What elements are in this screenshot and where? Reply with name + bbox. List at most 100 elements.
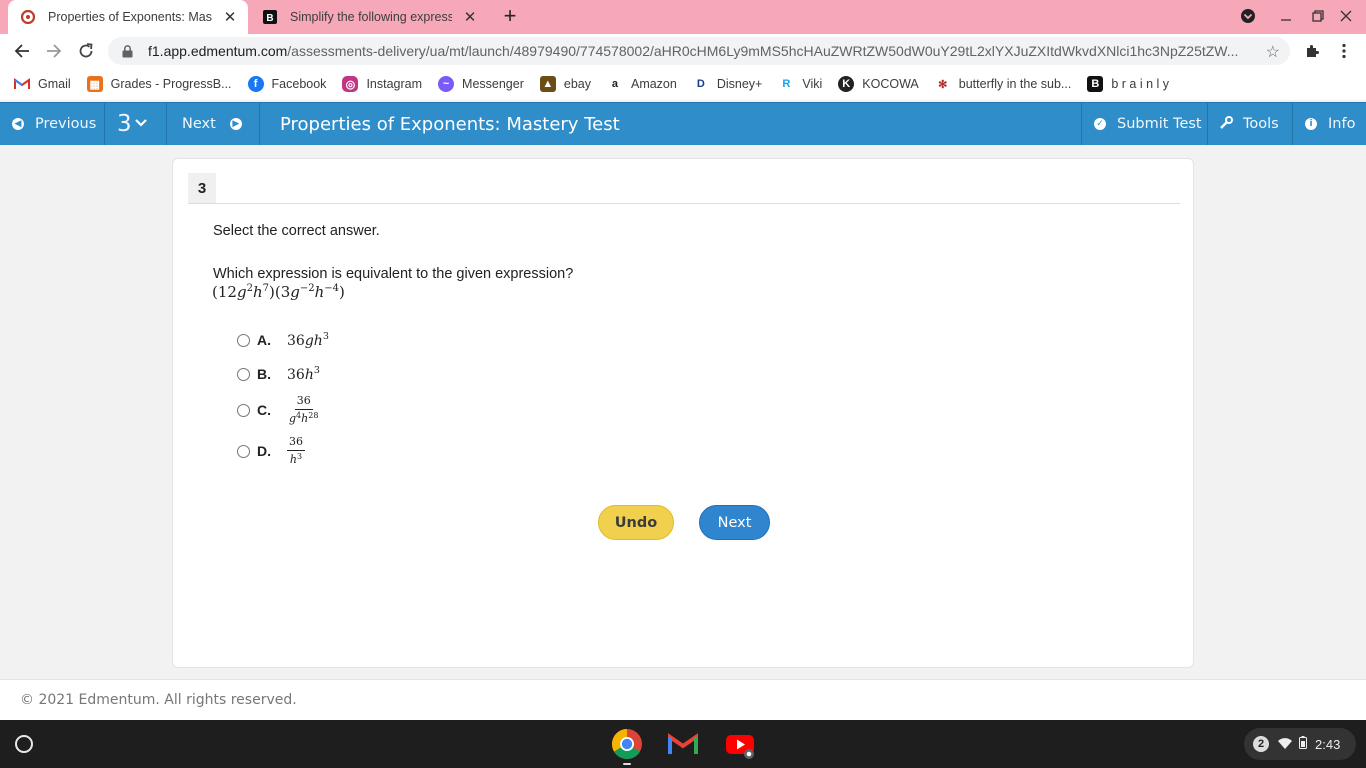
- brainly-icon: B: [1087, 76, 1104, 92]
- back-arrow-icon[interactable]: [10, 39, 34, 63]
- answer-option-b[interactable]: B. 36h3: [237, 363, 320, 385]
- reload-icon[interactable]: [74, 39, 98, 63]
- status-tray[interactable]: 2 2:43: [1244, 728, 1356, 760]
- tools-button[interactable]: Tools: [1220, 103, 1279, 145]
- forward-arrow-icon[interactable]: [42, 39, 66, 63]
- amazon-icon: a: [606, 76, 623, 92]
- question-number: 3: [188, 173, 216, 204]
- option-expression: 36 h3: [287, 434, 305, 466]
- url-text[interactable]: f1.app.edmentum.com/assessments-delivery…: [148, 43, 1248, 59]
- browser-tab-edmentum[interactable]: Properties of Exponents: Mastery Test ✕: [8, 0, 248, 34]
- gmail-icon: [14, 76, 30, 92]
- bookmark-grades[interactable]: ▦ Grades - ProgressB...: [86, 76, 232, 92]
- wifi-icon: [1278, 737, 1292, 752]
- brainly-icon: B: [262, 9, 278, 25]
- page-footer: © 2021 Edmentum. All rights reserved.: [0, 679, 1366, 720]
- previous-button[interactable]: ◀ Previous: [12, 103, 96, 145]
- bookmark-brainly[interactable]: B b r a i n l y: [1087, 76, 1169, 92]
- ebay-icon: ▲: [539, 76, 556, 92]
- instagram-icon: ◎: [342, 76, 359, 92]
- tab-title: Properties of Exponents: Mastery Test: [48, 10, 212, 24]
- answer-option-c[interactable]: C. 36 g4h28: [237, 394, 320, 425]
- instruction-text: Select the correct answer.: [213, 223, 380, 239]
- arrow-left-circle-icon: ◀: [12, 118, 24, 130]
- bookmark-kocowa[interactable]: K KOCOWA: [838, 76, 919, 92]
- bookmark-amazon[interactable]: a Amazon: [606, 76, 677, 92]
- butterfly-icon: ✻: [934, 76, 951, 92]
- youtube-icon[interactable]: [724, 728, 756, 760]
- divider: [1081, 103, 1082, 145]
- close-tab-icon[interactable]: ✕: [220, 7, 240, 27]
- bookmark-instagram[interactable]: ◎ Instagram: [342, 76, 422, 92]
- next-question-button[interactable]: Next ▶: [182, 103, 242, 145]
- edmentum-icon: [20, 9, 36, 25]
- divider: [166, 103, 167, 145]
- tab-search-icon[interactable]: [1238, 6, 1258, 26]
- check-circle-icon: ✓: [1094, 118, 1106, 130]
- assessment-toolbar: ◀ Previous 3 Next ▶ Properties of Expone…: [0, 102, 1366, 145]
- bookmark-butterfly[interactable]: ✻ butterfly in the sub...: [934, 76, 1071, 92]
- page-title: Properties of Exponents: Mastery Test: [280, 113, 620, 135]
- bookmark-messenger[interactable]: ~ Messenger: [438, 76, 524, 92]
- wrench-icon: [1220, 115, 1233, 133]
- radio-button[interactable]: [237, 444, 250, 458]
- divider: [104, 103, 105, 145]
- battery-icon: [1299, 736, 1307, 752]
- bookmarks-bar: Gmail ▦ Grades - ProgressB... f Facebook…: [0, 68, 1366, 100]
- bookmark-facebook[interactable]: f Facebook: [247, 76, 326, 92]
- divider: [1207, 103, 1208, 145]
- option-expression: 36h3: [287, 365, 320, 383]
- chrome-icon[interactable]: [611, 728, 643, 765]
- bookmark-ebay[interactable]: ▲ ebay: [539, 76, 591, 92]
- grades-icon: ▦: [86, 76, 103, 92]
- minimize-icon[interactable]: [1276, 6, 1296, 26]
- browser-tab-strip: Properties of Exponents: Mastery Test ✕ …: [0, 0, 1366, 34]
- bookmark-gmail[interactable]: Gmail: [14, 76, 71, 92]
- given-expression: (12g2h7)(3g−2h−4): [212, 283, 345, 301]
- radio-button[interactable]: [237, 367, 250, 381]
- kocowa-icon: K: [838, 76, 855, 92]
- bookmark-star-icon[interactable]: ☆: [1266, 42, 1280, 62]
- bookmark-disney[interactable]: D Disney+: [692, 76, 762, 92]
- question-card: 3 Select the correct answer. Which expre…: [172, 158, 1194, 668]
- menu-kebab-icon[interactable]: [1332, 39, 1356, 63]
- answer-option-a[interactable]: A. 36gh3: [237, 329, 329, 351]
- facebook-icon: f: [247, 76, 264, 92]
- radio-button[interactable]: [237, 403, 250, 417]
- divider: [188, 203, 1180, 204]
- info-circle-icon: i: [1305, 118, 1317, 130]
- browser-tab-brainly[interactable]: B Simplify the following expression ✕: [250, 0, 488, 34]
- divider: [1292, 103, 1293, 145]
- clock-time: 2:43: [1315, 736, 1341, 752]
- new-tab-icon[interactable]: +: [498, 5, 522, 29]
- lock-icon[interactable]: [120, 44, 134, 58]
- arrow-right-circle-icon: ▶: [229, 118, 242, 130]
- tab-title: Simplify the following expression: [290, 10, 452, 24]
- answer-option-d[interactable]: D. 36 h3: [237, 435, 305, 467]
- gmail-app-icon[interactable]: [667, 728, 699, 760]
- os-shelf: 2 2:43: [0, 720, 1366, 768]
- question-prompt: Which expression is equivalent to the gi…: [213, 266, 574, 282]
- close-window-icon[interactable]: [1336, 6, 1356, 26]
- next-button[interactable]: Next: [699, 505, 770, 540]
- radio-button[interactable]: [237, 333, 250, 347]
- question-selector[interactable]: 3: [117, 103, 147, 145]
- viki-icon: R: [778, 76, 795, 92]
- disney-icon: D: [692, 76, 709, 92]
- messenger-icon: ~: [438, 76, 455, 92]
- address-bar[interactable]: f1.app.edmentum.com/assessments-delivery…: [108, 37, 1290, 65]
- notification-count: 2: [1253, 736, 1269, 752]
- close-tab-icon[interactable]: ✕: [460, 7, 480, 27]
- svg-text:B: B: [266, 13, 273, 24]
- divider: [259, 103, 260, 145]
- chevron-down-icon: [134, 116, 147, 132]
- undo-button[interactable]: Undo: [598, 505, 674, 540]
- restore-icon[interactable]: [1308, 6, 1328, 26]
- bookmark-viki[interactable]: R Viki: [778, 76, 822, 92]
- extensions-icon[interactable]: [1300, 39, 1324, 63]
- launcher-icon[interactable]: [15, 735, 33, 753]
- submit-test-button[interactable]: ✓ Submit Test: [1094, 103, 1202, 145]
- browser-toolbar: f1.app.edmentum.com/assessments-delivery…: [0, 34, 1366, 68]
- option-expression: 36gh3: [287, 331, 329, 349]
- info-button[interactable]: i Info: [1305, 103, 1355, 145]
